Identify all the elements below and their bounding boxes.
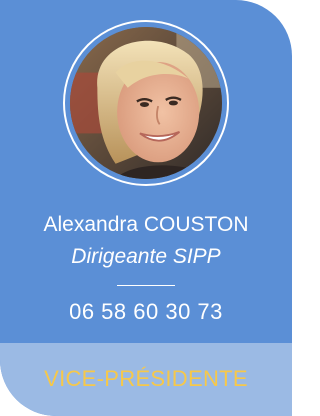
phone-number[interactable]: 06 58 60 30 73 bbox=[0, 298, 292, 326]
person-name: Alexandra COUSTON bbox=[43, 213, 249, 236]
person-position: Dirigeante SIPP bbox=[71, 245, 221, 268]
avatar-frame bbox=[63, 20, 229, 186]
divider bbox=[117, 285, 175, 286]
person-title: VICE-PRÉSIDENTE bbox=[44, 366, 248, 391]
contact-card: Alexandra COUSTON Dirigeante SIPP 06 58 … bbox=[0, 0, 292, 416]
portrait-photo bbox=[70, 27, 222, 179]
avatar bbox=[70, 27, 222, 179]
